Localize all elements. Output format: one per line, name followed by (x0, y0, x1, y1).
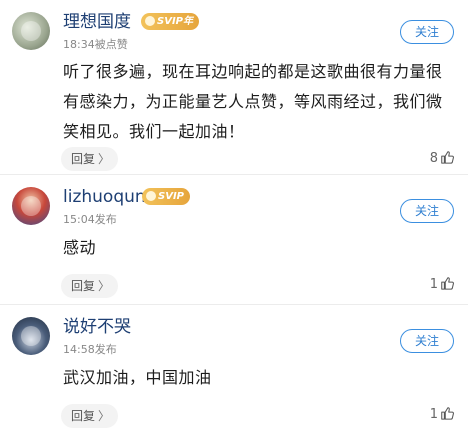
comment-item: 理想国度 SVIP年 18:34被点赞 关注 听了很多遍，现在耳边响起的都是这歌… (0, 0, 468, 175)
comment-time: 15:04发布 (63, 213, 117, 226)
like-button[interactable]: 8 (430, 150, 454, 166)
avatar-image (21, 21, 41, 41)
avatar-image (21, 196, 41, 216)
like-count: 8 (429, 151, 438, 166)
comment-text: 感动 (63, 238, 97, 257)
avatar-image (21, 326, 41, 346)
reply-label: 回复 (71, 279, 96, 293)
svip-badge: SVIP (142, 188, 190, 205)
follow-button[interactable]: 关注 (400, 199, 454, 223)
like-count: 1 (429, 407, 438, 422)
like-button[interactable]: 1 (430, 276, 454, 292)
comment-time: 18:34被点赞 (63, 38, 128, 51)
crown-icon (146, 191, 156, 201)
comment-item: lizhuoqun SVIP 15:04发布 关注 感动 回复〉 1 (0, 175, 468, 305)
follow-button[interactable]: 关注 (400, 329, 454, 353)
svip-badge-label: SVIP (158, 191, 184, 202)
avatar[interactable] (12, 12, 50, 50)
username[interactable]: lizhuoqun (63, 186, 146, 208)
comment-text: 武汉加油，中国加油 (63, 368, 212, 387)
thumbs-up-icon (441, 277, 454, 290)
username[interactable]: 说好不哭 (63, 316, 131, 338)
avatar[interactable] (12, 317, 50, 355)
svip-badge-label: SVIP年 (157, 16, 193, 27)
follow-button[interactable]: 关注 (400, 20, 454, 44)
reply-label: 回复 (71, 409, 96, 423)
crown-icon (145, 16, 155, 26)
like-button[interactable]: 1 (430, 406, 454, 422)
thumbs-up-icon (441, 407, 454, 420)
reply-button[interactable]: 回复〉 (61, 147, 119, 171)
username[interactable]: 理想国度 (63, 11, 131, 33)
comment-text: 听了很多遍，现在耳边响起的都是这歌曲很有力量很有感染力，为正能量艺人点赞，等风雨… (63, 62, 443, 141)
avatar[interactable] (12, 187, 50, 225)
reply-button[interactable]: 回复〉 (61, 404, 119, 428)
svip-badge: SVIP年 (141, 13, 199, 30)
thumbs-up-icon (441, 151, 454, 164)
chevron-right-icon: 〉 (98, 409, 111, 423)
comment-item: 说好不哭 14:58发布 关注 武汉加油，中国加油 回复〉 1 (0, 305, 468, 430)
reply-label: 回复 (71, 152, 96, 166)
chevron-right-icon: 〉 (98, 279, 111, 293)
chevron-right-icon: 〉 (98, 152, 111, 166)
reply-button[interactable]: 回复〉 (61, 274, 119, 298)
like-count: 1 (429, 277, 438, 292)
comment-time: 14:58发布 (63, 343, 117, 356)
